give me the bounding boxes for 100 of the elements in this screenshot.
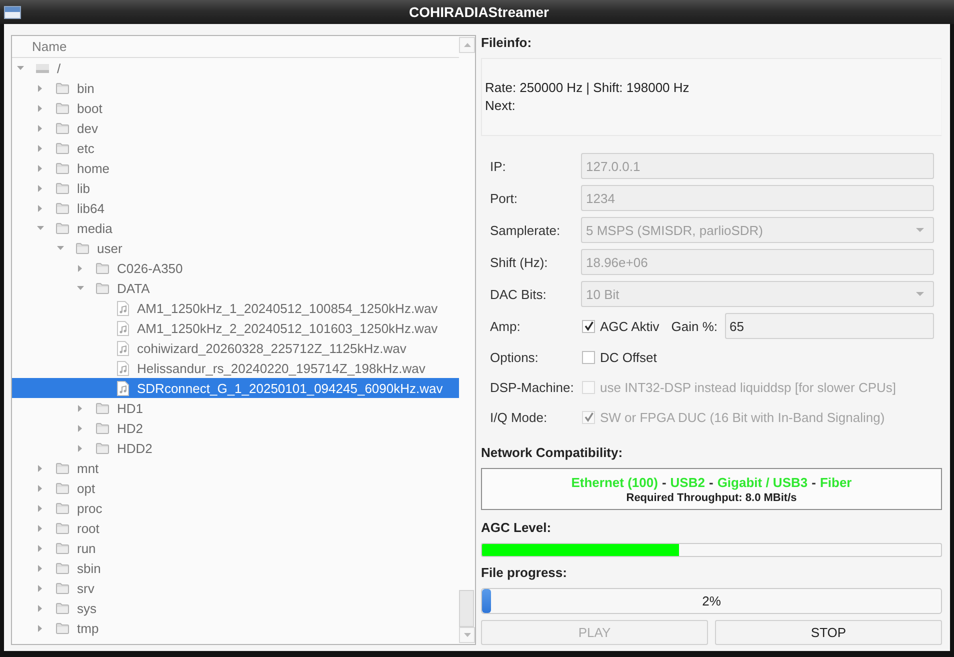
tree-item[interactable]: home: [12, 158, 459, 178]
caret-right-icon[interactable]: [78, 404, 82, 412]
caret-right-icon[interactable]: [38, 544, 42, 552]
caret-right-icon[interactable]: [38, 604, 42, 612]
tree-item[interactable]: etc: [12, 138, 459, 158]
tree-item[interactable]: run: [12, 538, 459, 558]
folder-icon: [56, 462, 69, 474]
action-button[interactable]: STOP: [715, 620, 942, 645]
tree-item[interactable]: AM1_1250kHz_2_20240512_101603_1250kHz.wav: [12, 318, 459, 338]
folder-icon: [96, 402, 109, 414]
caret-right-icon[interactable]: [38, 124, 42, 132]
caret-down-icon[interactable]: [56, 246, 64, 250]
folder-icon: [96, 282, 109, 294]
column-header[interactable]: Name: [12, 36, 459, 58]
folder-icon: [56, 82, 69, 94]
audio-file-icon: [116, 380, 128, 396]
tree-item[interactable]: HDD2: [12, 438, 459, 458]
checkbox[interactable]: [582, 350, 595, 364]
folder-icon: [56, 502, 69, 514]
caret-up-icon: [464, 43, 470, 47]
caret-right-icon[interactable]: [38, 504, 42, 512]
checkbox-label: AGC Aktiv: [600, 318, 660, 334]
tree-item[interactable]: HD1: [12, 398, 459, 418]
tree-item[interactable]: dev: [12, 118, 459, 138]
tree-item[interactable]: sys: [12, 598, 459, 618]
gain-field[interactable]: 65: [724, 313, 934, 339]
tree-item[interactable]: lib: [12, 178, 459, 198]
tree-item[interactable]: boot: [12, 98, 459, 118]
caret-right-icon[interactable]: [38, 204, 42, 212]
tree-item[interactable]: opt: [12, 478, 459, 498]
scrollbar-thumb[interactable]: [459, 590, 474, 627]
tree-item[interactable]: SDRconnect_G_1_20250101_094245_6090kHz.wav: [12, 378, 459, 398]
tree-item[interactable]: bin: [12, 78, 459, 98]
folder-icon: [56, 482, 69, 494]
field-label: Samplerate:: [490, 222, 560, 238]
audio-file-icon: [116, 300, 128, 316]
window-icon: [4, 6, 21, 18]
field-label: Port:: [490, 190, 518, 206]
tree-item[interactable]: HD2: [12, 418, 459, 438]
caret-down-icon[interactable]: [76, 286, 84, 290]
checkbox-label: use INT32-DSP instead liquiddsp [for slower CPUs]: [600, 380, 896, 394]
field-label: IP:: [490, 158, 506, 174]
folder-icon: [56, 102, 69, 114]
throughput-text: Required Throughput: 8.0 MBit/s: [626, 490, 797, 504]
folder-icon: [76, 242, 89, 254]
separator-text: -: [708, 474, 714, 490]
field-label: Gain %:: [671, 318, 718, 334]
folder-icon: [96, 442, 109, 454]
tree-item[interactable]: root: [12, 518, 459, 538]
checkbox-label: DC Offset: [600, 350, 657, 364]
window-title: COHIRADIAStreamer: [408, 4, 550, 20]
caret-right-icon[interactable]: [38, 524, 42, 532]
tree-item[interactable]: tmp: [12, 618, 459, 638]
tree-item[interactable]: lib64: [12, 198, 459, 218]
tree-item[interactable]: proc: [12, 498, 459, 518]
folder-icon: [56, 582, 69, 594]
info-line: Rate: 250000 Hz | Shift: 198000 Hz: [485, 79, 690, 97]
caret-right-icon[interactable]: [78, 444, 82, 452]
folder-icon: [56, 142, 69, 154]
tree-item[interactable]: user: [12, 238, 459, 258]
tree-item[interactable]: cohiwizard_20260328_225712Z_1125kHz.wav: [12, 338, 459, 358]
tree-item[interactable]: C026-A350: [12, 258, 459, 278]
caret-right-icon[interactable]: [38, 84, 42, 92]
interface-label: Gigabit / USB3: [717, 474, 808, 490]
tree-item[interactable]: sbin: [12, 558, 459, 578]
caret-right-icon[interactable]: [78, 424, 82, 432]
caret-right-icon[interactable]: [38, 624, 42, 632]
interface-label: Fiber: [820, 474, 852, 490]
drive-icon: [36, 64, 49, 72]
caret-right-icon[interactable]: [38, 144, 42, 152]
section-title: AGC Level:: [481, 521, 552, 535]
caret-right-icon[interactable]: [38, 164, 42, 172]
caret-right-icon[interactable]: [38, 184, 42, 192]
scroll-up-button[interactable]: [459, 37, 475, 53]
tree-item[interactable]: media: [12, 218, 459, 238]
caret-right-icon[interactable]: [38, 584, 42, 592]
folder-icon: [56, 202, 69, 214]
interface-label: USB2: [670, 474, 705, 490]
tree-item[interactable]: DATA: [12, 278, 459, 298]
caret-down-icon[interactable]: [16, 66, 24, 70]
tree-item[interactable]: /: [12, 58, 459, 78]
folder-icon: [56, 182, 69, 194]
tree-item[interactable]: Helissandur_rs_20240220_195714Z_198kHz.wav: [12, 358, 459, 378]
folder-icon: [56, 542, 69, 554]
field-label: Options:: [490, 350, 538, 364]
caret-right-icon[interactable]: [78, 264, 82, 272]
scroll-down-button[interactable]: [459, 627, 475, 643]
tree-item[interactable]: srv: [12, 578, 459, 598]
checkbox-label: SW or FPGA DUC (16 Bit with In-Band Signaling): [600, 410, 885, 424]
caret-right-icon[interactable]: [38, 564, 42, 572]
checkbox[interactable]: [582, 320, 595, 332]
caret-down-icon[interactable]: [36, 226, 44, 230]
caret-right-icon[interactable]: [38, 464, 42, 472]
tree-item[interactable]: AM1_1250kHz_1_20240512_100854_1250kHz.wav: [12, 298, 459, 318]
folder-icon: [56, 122, 69, 134]
caret-right-icon[interactable]: [38, 484, 42, 492]
folder-icon: [56, 522, 69, 534]
tree-item[interactable]: mnt: [12, 458, 459, 478]
caret-right-icon[interactable]: [38, 104, 42, 112]
progress-text: 2%: [702, 594, 721, 608]
